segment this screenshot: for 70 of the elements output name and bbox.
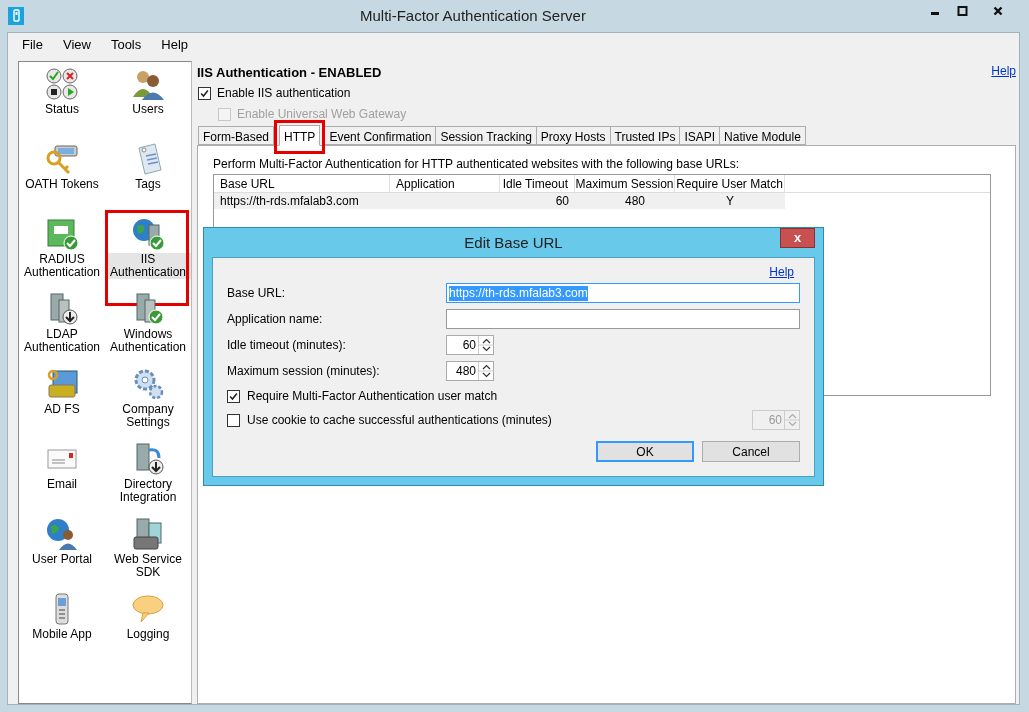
field-label: Idle timeout (minutes): [227,337,347,354]
number-spinner[interactable]: 480 [446,361,494,381]
sidebar-item[interactable]: Users [131,103,165,116]
field-label: Maximum session (minutes): [227,363,381,380]
checkbox-label: Use cookie to cache successful authentications (minutes) [247,412,553,429]
sidebar-item[interactable]: LDAP Authentication [19,328,105,354]
tab[interactable]: Event Confirmation [324,125,437,145]
checkbox[interactable] [227,389,240,403]
dialog-button[interactable]: OK [596,441,694,462]
help-link[interactable]: Help [991,62,1016,80]
sidebar-item-icon [45,67,79,101]
sidebar-item-icon [131,517,165,551]
tab[interactable]: Native Module [719,125,806,145]
column-header[interactable]: Require User Match [675,174,785,192]
sidebar-item[interactable]: Logging [125,628,171,641]
menu-item[interactable]: View [62,35,91,55]
sidebar-item[interactable]: Email [46,478,78,491]
number-spinner[interactable]: 60 [446,335,494,355]
sidebar-item[interactable]: Company Settings [105,403,191,429]
menu-item[interactable]: Help [161,35,188,55]
dialog-button[interactable]: Cancel [702,441,800,462]
column-header[interactable]: Maximum Session [575,174,675,192]
app-icon [8,7,24,25]
field-label: Base URL: [227,285,287,302]
table-cell-text: 60 [554,192,570,209]
tab[interactable]: Trusted IPs [609,125,681,145]
table-cell-text: https://th-rds.mfalab3.com [219,192,360,209]
sidebar-item[interactable]: Directory Integration [105,478,191,504]
tab[interactable]: ISAPI [679,125,721,145]
sidebar-item[interactable]: AD FS [43,403,81,416]
menu-item[interactable]: File [22,35,43,55]
tab[interactable]: Session Tracking [435,125,537,145]
menu-item[interactable]: Tools [110,35,142,55]
window-title: Multi-Factor Authentication Server [359,5,587,26]
tab[interactable]: Proxy Hosts [535,125,611,145]
sidebar-item-icon [45,142,79,176]
checkbox-label: Enable IIS authentication [217,85,351,102]
sidebar-item[interactable]: Windows Authentication [105,328,191,354]
checkbox-label: Enable Universal Web Gateway [237,106,407,123]
close-icon [993,6,1003,16]
sidebar-item-icon [45,517,79,551]
field-label: Application name: [227,311,324,328]
tab[interactable]: Form-Based [198,125,275,145]
dialog-title: Edit Base URL [464,232,563,253]
table-cell-text: 480 [623,192,646,209]
help-link[interactable]: Help [769,265,794,280]
sidebar-item[interactable]: OATH Tokens [24,178,100,191]
sidebar-item-icon [45,367,79,401]
sidebar-item[interactable]: IIS Authentication [105,253,191,279]
sidebar-item-icon [45,217,79,251]
checkbox[interactable] [198,86,211,100]
sidebar-item[interactable]: RADIUS Authentication [19,253,105,279]
section-heading: IIS Authentication - ENABLED [197,64,382,82]
column-header[interactable]: Idle Timeout [500,174,575,192]
column-header[interactable]: Base URL [214,174,390,192]
sidebar-item[interactable]: Status [44,103,80,116]
sidebar-item[interactable]: Tags [134,178,162,191]
close-button[interactable]: x [780,228,815,248]
input-field[interactable] [446,309,800,329]
sidebar-item[interactable]: Web Service SDK [105,553,191,579]
sidebar-item-icon [131,217,165,251]
table-cell-text: Y [725,192,735,209]
tab[interactable]: HTTP [279,124,321,146]
column-header[interactable]: Application [390,174,500,192]
sidebar-item[interactable]: User Portal [31,553,93,566]
checkbox[interactable] [227,413,240,427]
description-text: Perform Multi-Factor Authentication for HTTP authenticated websites with the following base URLs: [213,155,741,173]
checkbox-label: Require Multi-Factor Authentication user match [247,388,499,405]
sidebar-item[interactable]: Mobile App [31,628,93,641]
maximize-icon [956,6,968,16]
